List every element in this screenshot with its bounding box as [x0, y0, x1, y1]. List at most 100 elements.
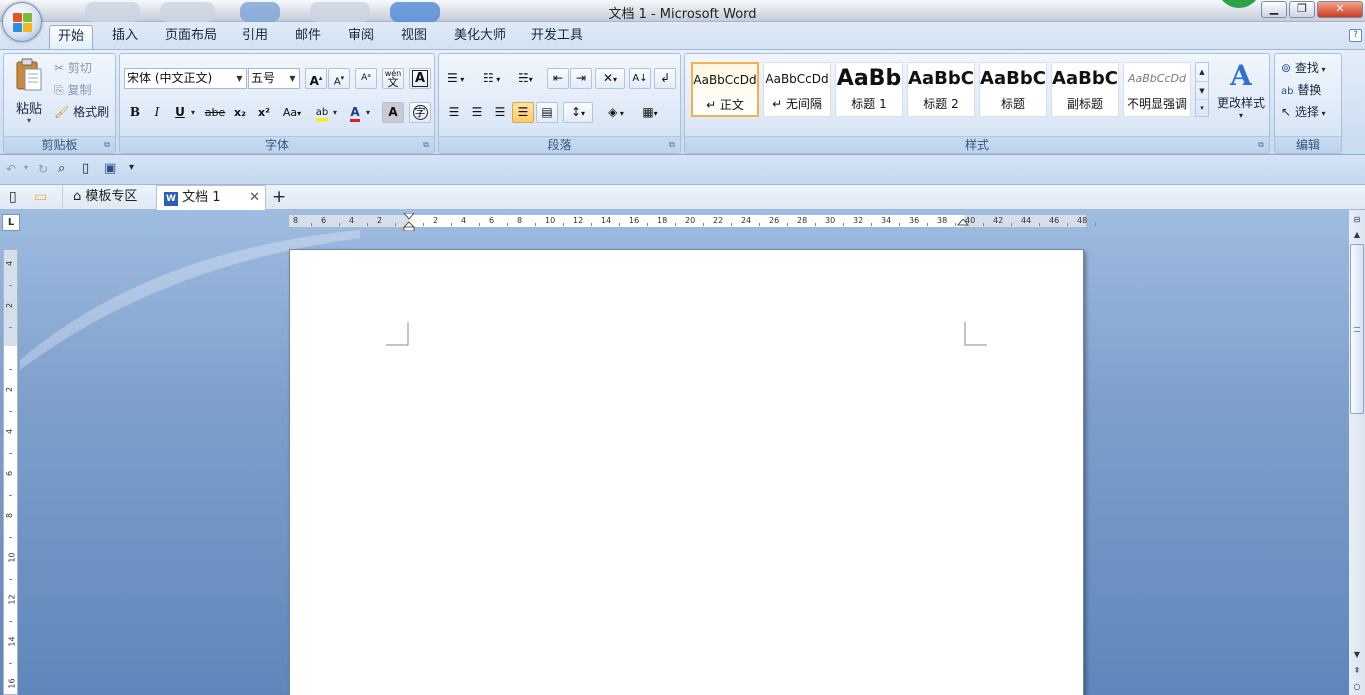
char-border-button[interactable]: A	[409, 68, 431, 89]
chevron-down-icon[interactable]: ▾	[191, 108, 195, 117]
superscript-button[interactable]: x²	[253, 102, 275, 123]
align-center-button[interactable]: ☰	[466, 102, 488, 123]
format-painter-button[interactable]: 🖌 格式刷	[54, 102, 109, 122]
dialog-launcher-icon[interactable]: ⧉	[667, 140, 677, 150]
tab-beautify[interactable]: 美化大师	[446, 25, 514, 49]
horizontal-ruler[interactable]: 8 6 4 2 2 4 6 8 10 12 14 16 18 20 22 24 26 28 30 32 34 36 38 40…	[288, 213, 1096, 231]
tab-selector-button[interactable]: L	[2, 214, 20, 231]
tab-insert[interactable]: 插入	[104, 25, 146, 49]
select-button[interactable]: ↖ 选择 ▾	[1281, 102, 1325, 122]
align-right-button[interactable]: ☰	[489, 102, 511, 123]
style-heading-1[interactable]: AaBb 标题 1	[835, 62, 903, 117]
add-tab-button[interactable]: +	[272, 185, 286, 210]
chevron-down-icon[interactable]: ▾	[24, 163, 28, 172]
save-icon[interactable]: ▣	[104, 161, 116, 176]
dialog-launcher-icon[interactable]: ⧉	[421, 140, 431, 150]
chevron-down-icon[interactable]: ▼	[286, 69, 299, 88]
grow-font-button[interactable]: A▴	[305, 68, 327, 89]
indent-marker-icon[interactable]	[403, 213, 415, 231]
cut-button[interactable]: ✂ 剪切	[54, 58, 92, 78]
new-file-icon[interactable]: ▯	[9, 185, 17, 210]
chevron-down-icon[interactable]: ▾	[366, 108, 370, 117]
tab-document-1[interactable]: W 文档 1 ✕	[156, 185, 266, 210]
tab-review[interactable]: 审阅	[340, 25, 382, 49]
scroll-down-icon[interactable]: ▼	[1196, 81, 1208, 99]
style-subtle-emphasis[interactable]: AaBbCcDd 不明显强调	[1123, 62, 1191, 117]
close-tab-icon[interactable]: ✕	[249, 186, 260, 210]
help-icon[interactable]: ?	[1349, 29, 1362, 42]
tab-home[interactable]: 开始	[49, 25, 94, 49]
find-button[interactable]: ⊚ 查找 ▾	[1281, 58, 1325, 78]
browse-object-icon[interactable]: ○	[1350, 680, 1364, 694]
minimize-button[interactable]: ▁	[1261, 1, 1287, 18]
vertical-ruler[interactable]: 4 2 2 4 6 8 10 12 14 16	[3, 249, 18, 695]
office-button[interactable]	[2, 2, 42, 42]
highlight-button[interactable]: ab	[311, 102, 333, 123]
chevron-down-icon[interactable]: ▼	[233, 69, 246, 88]
tab-developer[interactable]: 开发工具	[523, 25, 591, 49]
document-page[interactable]	[289, 249, 1084, 695]
style-no-spacing[interactable]: AaBbCcDd ↵ 无间隔	[763, 62, 831, 117]
bold-button[interactable]: B	[124, 102, 146, 123]
tab-mailings[interactable]: 邮件	[287, 25, 329, 49]
multilevel-list-button[interactable]: ☵▾	[515, 68, 543, 89]
dialog-launcher-icon[interactable]: ⧉	[1256, 140, 1266, 150]
increase-indent-button[interactable]: ⇥	[570, 68, 592, 89]
print-preview-icon[interactable]: ⌕	[58, 161, 65, 176]
font-size-combo[interactable]: 五号 ▼	[248, 68, 300, 89]
strikethrough-button[interactable]: abe	[203, 102, 227, 123]
new-document-icon[interactable]: ▯	[82, 161, 89, 176]
redo-icon[interactable]: ↻	[38, 162, 48, 176]
numbering-button[interactable]: ☷ ▾	[479, 68, 513, 89]
copy-button[interactable]: ⎘ 复制	[54, 80, 91, 100]
shrink-font-button[interactable]: A▾	[328, 68, 350, 89]
decrease-indent-button[interactable]: ⇤	[547, 68, 569, 89]
tab-page-layout[interactable]: 页面布局	[157, 25, 225, 49]
sort-button[interactable]: A↓	[629, 68, 651, 89]
open-folder-icon[interactable]: ▭	[34, 185, 47, 210]
scroll-thumb[interactable]	[1350, 244, 1364, 414]
style-subtitle[interactable]: AaBbC 副标题	[1051, 62, 1119, 117]
shading-button[interactable]: ◈ ▾	[599, 102, 633, 123]
more-styles-icon[interactable]: ▾	[1196, 99, 1208, 116]
chevron-down-icon[interactable]: ▾	[333, 108, 337, 117]
previous-page-icon[interactable]: ⇞	[1350, 664, 1364, 678]
right-indent-marker-icon[interactable]	[957, 219, 969, 229]
style-normal[interactable]: AaBbCcDd ↵ 正文	[691, 62, 759, 117]
font-name-combo[interactable]: 宋体 (中文正文) ▼	[124, 68, 247, 89]
style-heading-2[interactable]: AaBbC 标题 2	[907, 62, 975, 117]
borders-button[interactable]: ▦▾	[635, 102, 665, 123]
undo-icon[interactable]: ↶	[6, 162, 16, 176]
ruler-toggle-icon[interactable]: ⊟	[1350, 213, 1364, 227]
phonetic-guide-button[interactable]: wén 文	[382, 68, 404, 89]
tab-references[interactable]: 引用	[234, 25, 276, 49]
distributed-button[interactable]: ▤	[536, 102, 558, 123]
char-shading-button[interactable]: A	[382, 102, 404, 123]
clear-format-button[interactable]: Aᵃ	[355, 68, 377, 89]
subscript-button[interactable]: x₂	[229, 102, 251, 123]
tab-view[interactable]: 视图	[393, 25, 435, 49]
scroll-down-icon[interactable]: ▼	[1350, 648, 1364, 662]
align-left-button[interactable]: ☰	[443, 102, 465, 123]
change-case-button[interactable]: Aa▾	[278, 102, 306, 123]
italic-button[interactable]: I	[146, 102, 168, 123]
maximize-button[interactable]: ❐	[1289, 1, 1315, 18]
customize-toolbar-icon[interactable]: ▾	[129, 162, 134, 173]
vertical-scrollbar[interactable]: ⊟ ▲ ▼ ⇞ ○	[1349, 210, 1365, 695]
chinese-layout-button[interactable]: ✕▾	[595, 68, 625, 89]
enclose-char-button[interactable]: 字	[409, 102, 431, 123]
close-button[interactable]: ✕	[1317, 1, 1363, 18]
scroll-up-icon[interactable]: ▲	[1196, 63, 1208, 81]
bullets-button[interactable]: ☰ ▾	[443, 68, 477, 89]
scroll-up-icon[interactable]: ▲	[1350, 228, 1364, 242]
underline-button[interactable]: U	[169, 102, 191, 123]
paste-button[interactable]: 粘贴 ▾	[8, 58, 48, 130]
font-color-button[interactable]: A	[344, 102, 366, 123]
justify-button[interactable]: ☰	[512, 102, 534, 123]
style-title[interactable]: AaBbC 标题	[979, 62, 1047, 117]
line-spacing-button[interactable]: ↕▾	[563, 102, 593, 123]
replace-button[interactable]: ab 替换	[1281, 80, 1321, 100]
show-marks-button[interactable]: ↲	[654, 68, 676, 89]
tab-template-zone[interactable]: ⌂ 模板专区	[62, 185, 154, 210]
dialog-launcher-icon[interactable]: ⧉	[102, 140, 112, 150]
